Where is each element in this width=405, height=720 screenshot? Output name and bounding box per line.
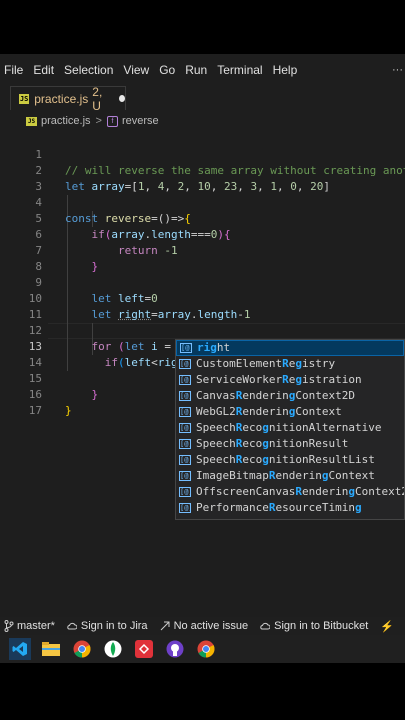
bottom-letterbox [0,663,405,720]
breadcrumb-symbol[interactable]: reverse [122,115,159,127]
arrow-icon [160,621,170,631]
suggestion-item[interactable]: [@] Performance ResourceTimin g [176,500,404,516]
suggestion-item[interactable]: [@] Speech Reco g nitionAlternative [176,420,404,436]
tab-bar: JS practice.js 2, U [0,84,405,113]
breadcrumb-file[interactable]: practice.js [41,115,91,127]
code-line: 7 } [0,227,405,273]
taskbar [0,635,405,663]
code-line: 3 [0,163,405,193]
variable-icon: [@] [179,487,193,497]
tab-practice-js[interactable]: JS practice.js 2, U [10,84,126,113]
code-line: 2 let array=[1, 4, 2, 10, 23, 3, 1, 0, 2… [0,147,405,193]
menu-more-icon[interactable]: ··· [392,64,405,76]
code-line: 10 let right=array.length-1 [0,275,405,321]
variable-icon: [@] [180,343,194,353]
code-line: 4 const reverse=()=>{ [0,179,405,225]
code-line-active: 13 if(left<rig) [0,323,405,369]
menu-view[interactable]: View [119,63,155,77]
menu-file[interactable]: File [0,63,29,77]
menu-edit[interactable]: Edit [29,63,60,77]
javascript-file-icon: JS [19,93,30,104]
suggestion-item[interactable]: [@] rig ht [176,340,404,356]
suggestion-item[interactable]: [@] Speech Reco g nitionResultList [176,452,404,468]
code-line: 8 [0,243,405,273]
breadcrumb-separator: > [95,115,102,127]
tab-filename: practice.js [34,91,89,106]
code-line: 5 if(array.length===0){ [0,195,405,241]
issue-label: No active issue [173,620,249,632]
status-bar: master* Sign in to Jira No active issue … [0,617,405,635]
suggestion-item[interactable]: [@] Speech Reco g nitionResult [176,436,404,452]
code-line: 1 // will reverse the same array without… [0,131,405,177]
suggestion-item[interactable]: [@]OffscreenCanvasRenderingContext2D [176,484,404,500]
suggestion-item[interactable]: [@] WebGL2 Renderin g Context [176,404,404,420]
variable-icon: [@] [179,439,193,449]
function-symbol-icon: f [106,115,118,127]
suggestion-item[interactable]: [@] Canvas Renderin g Context2D [176,388,404,404]
menu-terminal[interactable]: Terminal [213,63,268,77]
mongodb-compass-icon[interactable] [102,638,124,660]
unsaved-dot-icon[interactable] [119,95,125,102]
variable-icon: [@] [179,407,193,417]
chrome-icon[interactable] [71,638,93,660]
variable-icon: [@] [179,391,193,401]
git-client-icon[interactable] [133,638,155,660]
menu-selection[interactable]: Selection [60,63,119,77]
top-letterbox [0,0,405,54]
bracket: } [65,404,72,417]
menu-help[interactable]: Help [269,63,304,77]
cloud-icon [260,622,271,630]
suggestion-item[interactable]: [@] ServiceWorker Re g istration [176,372,404,388]
tab-problem-status: 2, U [92,84,103,113]
jira-label: Sign in to Jira [80,620,148,632]
vscode-icon[interactable] [9,638,31,660]
suggestion-item[interactable]: [@] ImageBitmap Renderin g Context [176,468,404,484]
variable-icon: [@] [179,359,193,369]
menu-go[interactable]: Go [155,63,181,77]
status-more[interactable]: ⚡ [380,620,394,633]
branch-label: master* [17,620,55,632]
variable-icon: [@] [179,455,193,465]
cloud-icon [67,622,77,630]
menu-bar: File Edit Selection View Go Run Terminal… [0,54,405,85]
active-issue[interactable]: No active issue [160,620,249,632]
variable-icon: [@] [179,375,193,385]
code-line: 12 for (let i = 0; i < array.length; i++… [0,307,405,353]
jira-sign-in[interactable]: Sign in to Jira [67,620,148,632]
file-explorer-icon[interactable] [40,638,62,660]
line-number: 17 [28,404,42,417]
bitbucket-label: Sign in to Bitbucket [274,620,369,632]
github-desktop-icon[interactable] [164,638,186,660]
chrome-dev-icon[interactable] [195,638,217,660]
bitbucket-sign-in[interactable]: Sign in to Bitbucket [260,620,368,632]
lightning-icon: ⚡ [380,620,395,633]
code-line: 6 return -1 [0,211,405,257]
git-branch-icon [4,620,14,632]
autocomplete-suggestions: [@] rig ht [@] CustomElement Re g istry [@] Ser… [175,339,405,520]
menu-run[interactable]: Run [181,63,213,77]
code-line: 9 let left=0 [0,259,405,305]
variable-icon: [@] [179,503,193,513]
javascript-file-icon: JS [26,116,37,126]
suggestion-item[interactable]: [@] CustomElement Re g istry [176,356,404,372]
git-branch[interactable]: master* [0,620,55,632]
variable-icon: [@] [179,471,193,481]
breadcrumb: JS practice.js > f reverse [0,111,405,131]
variable-icon: [@] [179,423,193,433]
code-line: 11 [0,291,405,321]
